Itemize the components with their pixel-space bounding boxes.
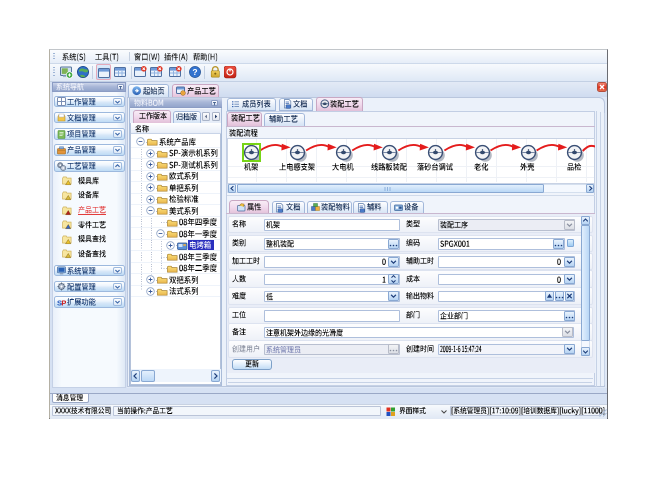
svg-text:?: ? <box>192 67 197 77</box>
svg-text:P: P <box>61 298 66 307</box>
